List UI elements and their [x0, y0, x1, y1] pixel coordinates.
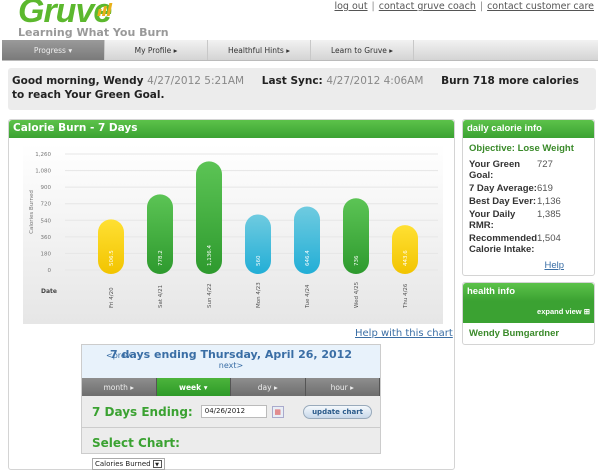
bar-value-label: 646.4 — [305, 250, 311, 266]
y-tick-label: 360 — [41, 235, 52, 241]
sidebar: daily calorie info Objective: Lose Weigh… — [462, 119, 595, 345]
info-key: Your Daily RMR: — [469, 209, 516, 231]
nav-progress[interactable]: Progress ▾ — [2, 40, 105, 60]
update-chart-button[interactable]: update chart — [303, 404, 372, 419]
select-chart-label: Select Chart: — [92, 436, 180, 450]
y-tick-label: 1,080 — [35, 169, 51, 175]
next-link[interactable]: next> — [82, 361, 380, 370]
info-value: 1,136 — [537, 196, 561, 207]
chart-panel-title: Calorie Burn - 7 Days — [9, 120, 454, 138]
info-value: 1,385 — [537, 209, 561, 220]
y-tick-label: 900 — [41, 185, 52, 191]
sync-label: Last Sync: — [261, 75, 323, 87]
info-row: Best Day Ever: 1,136 — [463, 195, 594, 208]
y-tick-label: 1,260 — [35, 152, 51, 158]
info-row: Recommended Calorie Intake: 1,504 — [463, 232, 594, 256]
tab-month[interactable]: month ▸ — [82, 378, 157, 396]
main-nav: Progress ▾ My Profile ▸ Healthful Hints … — [2, 40, 598, 61]
health-info: health info expand view ⊞ Wendy Bumgardn… — [462, 282, 595, 345]
bar-value-label: 736 — [354, 255, 360, 266]
calorie-chart: 0 180 360 540 720 900 1,080 1,260 Calories Burne… — [29, 152, 438, 309]
nav-filler — [414, 40, 598, 60]
info-value: 1,504 — [537, 233, 561, 244]
contact-coach-link[interactable]: contact gruve coach — [379, 1, 476, 12]
y-axis-label: Calories Burned — [29, 190, 35, 234]
info-row: Your Green Goal: 727 — [463, 158, 594, 182]
nav-healthful-hints[interactable]: Healthful Hints ▸ — [208, 40, 311, 60]
range-title: 7 days ending Thursday, April 26, 2012 — [110, 348, 352, 361]
tab-day[interactable]: day ▸ — [231, 378, 306, 396]
chart-select-value: Calories Burned — [95, 460, 151, 468]
ending-label: 7 Days Ending: — [92, 404, 193, 419]
info-value: 619 — [537, 183, 553, 194]
info-key: Your Green Goal: — [469, 159, 521, 181]
prev-link[interactable]: <prev — [106, 351, 131, 360]
ending-date-input[interactable]: 04/26/2012 — [200, 405, 267, 418]
info-row: 7 Day Average: 619 — [463, 182, 594, 195]
x-axis-label: Date — [41, 288, 57, 295]
x-tick-label: Mon 4/23 — [256, 282, 262, 308]
user-name: Wendy Bumgardner — [469, 328, 560, 339]
logout-link[interactable]: log out — [334, 1, 367, 12]
daily-calorie-info: daily calorie info Objective: Lose Weigh… — [462, 119, 595, 276]
top-links: log out | contact gruve coach | contact cust… — [334, 1, 594, 12]
contact-care-link[interactable]: contact customer care — [487, 1, 594, 12]
y-tick-label: 720 — [41, 202, 52, 208]
bar-value-label: 1,136.4 — [207, 245, 213, 266]
info-row: Your Daily RMR: 1,385 — [463, 208, 594, 232]
greeting-bar: Good morning, Wendy 4/27/2012 5:21AM Las… — [8, 68, 596, 110]
y-tick-label: 540 — [41, 218, 52, 224]
info-key: 7 Day Average: — [469, 183, 537, 194]
logo-bars-icon — [97, 3, 113, 16]
chart-area: 0 180 360 540 720 900 1,080 1,260 Calories Burne… — [23, 144, 443, 324]
bar-value-label: 560 — [256, 255, 262, 266]
bar-value-label: 778.2 — [158, 250, 164, 266]
tagline: Learning What You Burn — [18, 26, 169, 39]
greeting-text: Good morning, Wendy — [12, 75, 144, 87]
expand-view-button[interactable]: expand view ⊞ — [463, 301, 594, 323]
chart-controls: <prev 7 days ending Thursday, April 26, 2… — [81, 344, 381, 470]
tab-hour[interactable]: hour ▸ — [305, 378, 380, 396]
bar-value-label: 443.6 — [403, 250, 409, 266]
x-tick-label: Tue 4/24 — [305, 284, 311, 309]
info-key: Best Day Ever: — [469, 196, 537, 207]
objective: Objective: Lose Weight — [469, 143, 574, 154]
x-tick-label: Thu 4/26 — [403, 283, 409, 309]
nav-my-profile[interactable]: My Profile ▸ — [105, 40, 208, 60]
info-key: Recommended Calorie Intake: — [469, 233, 538, 255]
y-tick-label: 0 — [48, 268, 52, 274]
bar-value-label: 506.5 — [109, 250, 115, 266]
calendar-icon[interactable]: ▦ — [271, 405, 284, 418]
x-tick-label: Sat 4/21 — [158, 285, 164, 308]
chart-select[interactable]: Calories Burned ▼ — [92, 458, 165, 470]
daily-info-help-link[interactable]: Help — [544, 260, 564, 271]
health-info-title: health info — [463, 283, 594, 301]
chevron-down-icon: ▼ — [152, 460, 162, 468]
chart-help-link[interactable]: Help with this chart — [355, 328, 453, 339]
info-value: 727 — [537, 159, 553, 170]
x-tick-label: Sun 4/22 — [207, 283, 213, 308]
greeting-time: 4/27/2012 5:21AM — [147, 75, 245, 87]
chart-panel: Calorie Burn - 7 Days 0 180 360 540 720 900 1,… — [8, 119, 455, 470]
tab-week[interactable]: week ▾ — [156, 378, 231, 396]
y-tick-label: 180 — [41, 251, 52, 257]
x-tick-label: Wed 4/25 — [354, 281, 360, 308]
nav-learn-to-gruve[interactable]: Learn to Gruve ▸ — [311, 40, 414, 60]
sync-time: 4/27/2012 4:06AM — [326, 75, 424, 87]
daily-info-title: daily calorie info — [463, 120, 594, 138]
x-tick-label: Fri 4/20 — [109, 287, 115, 308]
